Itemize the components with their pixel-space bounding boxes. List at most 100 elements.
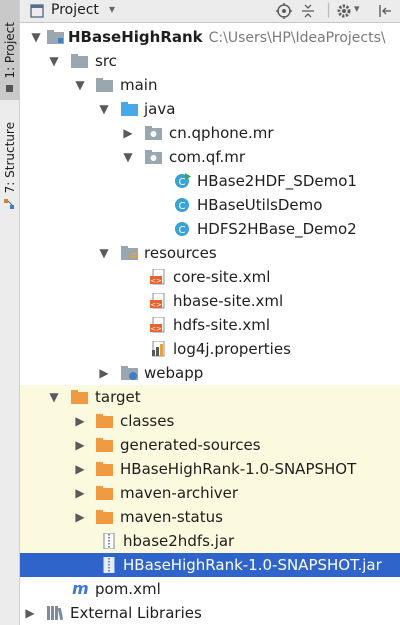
project-tree: ▼ HBaseHighRank C:\Users\HP\IdeaProjects\…	[20, 23, 400, 625]
tree-label-pom: pom.xml	[95, 580, 161, 598]
tree-row-root[interactable]: ▼ HBaseHighRank C:\Users\HP\IdeaProjects\	[20, 25, 400, 49]
excluded-folder-icon	[96, 510, 113, 524]
chevron-down-icon[interactable]: ▼	[30, 25, 42, 49]
tree-row-class[interactable]: C HDFS2HBase_Demo2	[20, 217, 400, 241]
tree-row-jar[interactable]: hbase2hdfs.jar	[20, 529, 400, 553]
tree-row-file[interactable]: log4j.properties	[20, 337, 400, 361]
view-dropdown-arrow-icon[interactable]: ▾	[109, 2, 115, 16]
chevron-right-icon[interactable]: ▶	[74, 409, 86, 433]
project-tool-tab-label: 1: Project	[2, 21, 17, 79]
tree-label-folder: generated-sources	[120, 436, 261, 454]
class-icon: C	[175, 222, 189, 236]
tree-label-folder: maven-status	[120, 508, 223, 526]
hide-panel-icon[interactable]	[377, 3, 393, 19]
tree-row-target-folder[interactable]: ▶ HBaseHighRank-1.0-SNAPSHOT	[20, 457, 400, 481]
tree-label-jar: hbase2hdfs.jar	[123, 532, 235, 550]
package-icon	[145, 126, 162, 140]
collapse-all-icon[interactable]	[300, 3, 316, 19]
tree-row-src[interactable]: ▼ src	[20, 49, 400, 73]
structure-tool-tab-label: 7: Structure	[2, 122, 17, 194]
svg-text:<>: <>	[150, 325, 162, 333]
tree-row-main[interactable]: ▼ main	[20, 73, 400, 97]
tree-row-jar-selected[interactable]: HBaseHighRank-1.0-SNAPSHOT.jar	[20, 553, 400, 577]
tree-row-java[interactable]: ▼ java	[20, 97, 400, 121]
root-module-path: C:\Users\HP\IdeaProjects\	[208, 30, 386, 46]
svg-text:C: C	[179, 225, 186, 236]
tree-row-pom[interactable]: m pom.xml	[20, 577, 400, 601]
chevron-down-icon[interactable]: ▼	[48, 385, 60, 409]
structure-icon	[4, 199, 14, 209]
source-folder-icon	[121, 102, 138, 116]
tree-row-file[interactable]: <> hdfs-site.xml	[20, 313, 400, 337]
chevron-right-icon[interactable]: ▶	[74, 457, 86, 481]
tree-row-webapp[interactable]: ▶ webapp	[20, 361, 400, 385]
chevron-right-icon[interactable]: ▶	[74, 505, 86, 529]
svg-text:<>: <>	[150, 301, 162, 309]
tree-row-package[interactable]: ▶ cn.qphone.mr	[20, 121, 400, 145]
root-module-name: HBaseHighRank	[68, 28, 203, 46]
tree-row-target-folder[interactable]: ▶ generated-sources	[20, 433, 400, 457]
chevron-down-icon[interactable]: ▼	[48, 49, 60, 73]
excluded-folder-icon	[96, 414, 113, 428]
chevron-right-icon[interactable]: ▶	[24, 601, 36, 625]
resources-folder-icon	[121, 246, 138, 260]
left-tool-strip: 1: Project 7: Structure	[0, 0, 20, 625]
chevron-right-icon[interactable]: ▶	[98, 361, 110, 385]
tree-label-folder: classes	[120, 412, 175, 430]
tree-row-target[interactable]: ▼ target	[20, 385, 400, 409]
chevron-right-icon[interactable]: ▶	[122, 121, 134, 145]
tree-label-external-libraries: External Libraries	[70, 604, 202, 622]
module-folder-icon	[47, 30, 64, 44]
tree-label-class: HDFS2HBase_Demo2	[197, 220, 357, 238]
tree-row-external-libraries[interactable]: ▶ External Libraries	[20, 601, 400, 625]
tree-row-package[interactable]: ▼ com.qf.mr	[20, 145, 400, 169]
tree-row-class[interactable]: C HBaseUtilsDemo	[20, 193, 400, 217]
tree-label-main: main	[120, 76, 158, 94]
tree-row-resources[interactable]: ▼ resources	[20, 241, 400, 265]
tree-label-java: java	[144, 100, 176, 118]
tree-row-target-folder[interactable]: ▶ maven-archiver	[20, 481, 400, 505]
svg-text:<>: <>	[150, 277, 162, 285]
tree-label-folder: HBaseHighRank-1.0-SNAPSHOT	[120, 460, 357, 478]
settings-gear-icon[interactable]	[336, 3, 352, 19]
tree-label-src: src	[95, 52, 117, 70]
runnable-class-icon: C	[175, 173, 191, 188]
chevron-down-icon[interactable]: ▼	[98, 241, 110, 265]
tree-label-class: HBaseUtilsDemo	[197, 196, 323, 214]
web-folder-icon	[121, 366, 138, 380]
settings-dropdown-arrow-icon[interactable]: ▾	[354, 2, 360, 15]
jar-file-icon	[103, 533, 115, 549]
tree-label-jar: HBaseHighRank-1.0-SNAPSHOT.jar	[123, 556, 382, 574]
chevron-right-icon[interactable]: ▶	[74, 481, 86, 505]
excluded-folder-icon	[96, 486, 113, 500]
chevron-down-icon[interactable]: ▼	[74, 73, 86, 97]
tree-row-target-folder[interactable]: ▶ maven-status	[20, 505, 400, 529]
tree-label-package: com.qf.mr	[169, 148, 246, 166]
tree-label-package: cn.qphone.mr	[169, 124, 274, 142]
chevron-down-icon[interactable]: ▼	[98, 97, 110, 121]
tree-row-class[interactable]: C HBase2HDF_SDemo1	[20, 169, 400, 193]
locate-target-icon[interactable]	[276, 3, 292, 19]
tree-label-webapp: webapp	[144, 364, 204, 382]
svg-text:C: C	[179, 177, 186, 188]
package-icon	[145, 150, 162, 164]
tree-label-file: core-site.xml	[173, 268, 271, 286]
tree-row-target-folder[interactable]: ▶ classes	[20, 409, 400, 433]
library-icon	[47, 606, 63, 621]
tree-label-resources: resources	[144, 244, 217, 262]
tree-row-file[interactable]: <> hbase-site.xml	[20, 289, 400, 313]
xml-file-icon: <>	[150, 317, 165, 333]
panel-title[interactable]: Project	[51, 2, 99, 18]
class-icon: C	[175, 198, 189, 212]
project-panel-header: Project ▾ | ▾	[20, 0, 400, 23]
project-pin-icon	[6, 85, 13, 92]
properties-file-icon	[152, 341, 165, 357]
chevron-right-icon[interactable]: ▶	[74, 433, 86, 457]
tree-label-file: log4j.properties	[173, 340, 291, 358]
folder-icon	[96, 78, 113, 92]
chevron-down-icon[interactable]: ▼	[122, 145, 134, 169]
tree-row-file[interactable]: <> core-site.xml	[20, 265, 400, 289]
structure-tool-tab[interactable]: 7: Structure	[0, 118, 19, 198]
folder-icon	[71, 54, 88, 68]
project-window-icon	[30, 4, 44, 18]
